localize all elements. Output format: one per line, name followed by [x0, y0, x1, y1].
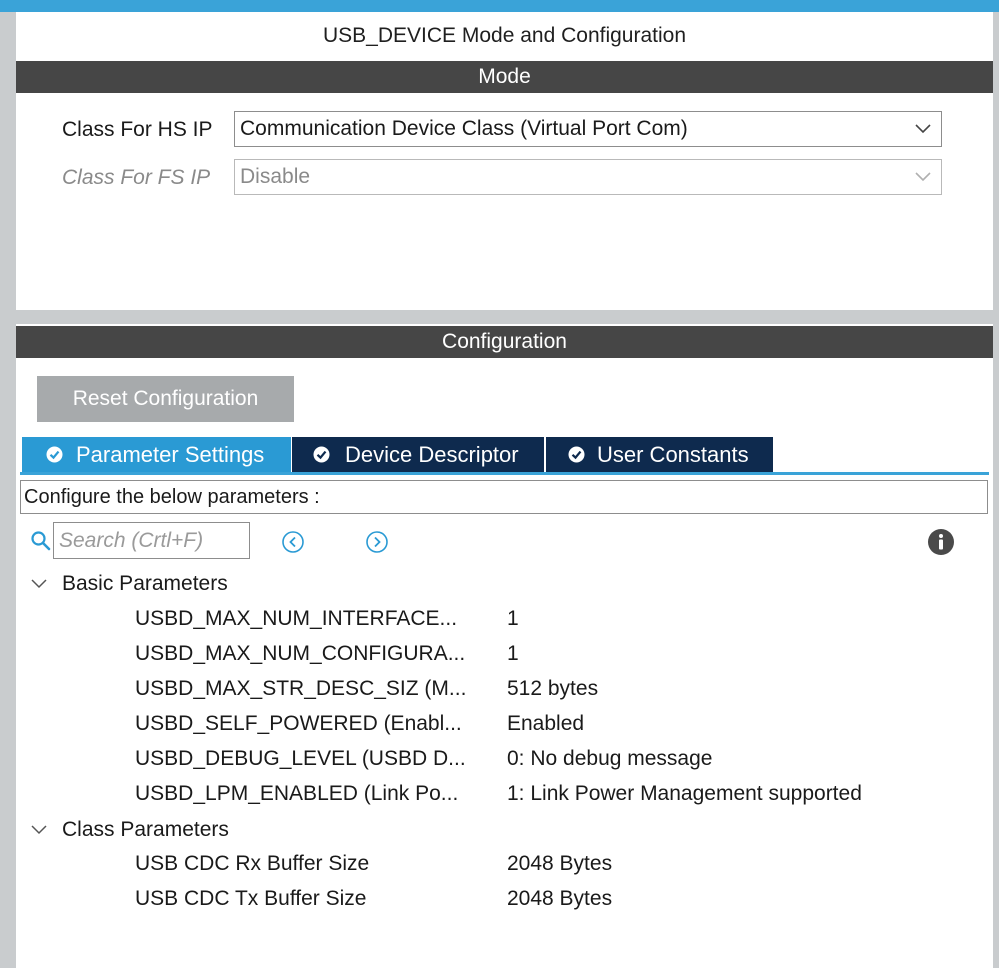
mode-header: Mode [16, 61, 993, 93]
param-value[interactable]: 2048 Bytes [507, 852, 612, 876]
tab-label: Parameter Settings [76, 442, 265, 467]
param-name[interactable]: USBD_DEBUG_LEVEL (USBD D... [135, 747, 466, 771]
configuration-header: Configuration [16, 326, 993, 358]
chevron-down-icon [915, 172, 931, 182]
param-value[interactable]: 2048 Bytes [507, 887, 612, 911]
check-circle-icon [313, 446, 330, 463]
search-input[interactable]: Search (Crtl+F) [53, 522, 250, 559]
right-panel-edge [993, 12, 999, 968]
tab-parameter-settings[interactable]: Parameter Settings [22, 437, 291, 472]
tab-label: User Constants [597, 442, 749, 467]
panel-title: USB_DEVICE Mode and Configuration [322, 24, 687, 47]
fs-ip-label: Class For FS IP [62, 166, 211, 189]
param-value[interactable]: 512 bytes [507, 677, 598, 701]
check-circle-icon [46, 446, 63, 463]
section-divider [16, 310, 993, 324]
param-value[interactable]: 1: Link Power Management supported [507, 782, 862, 806]
circle-chevron-left-icon[interactable] [281, 530, 305, 554]
chevron-down-icon [915, 124, 931, 134]
param-value[interactable]: Enabled [507, 712, 584, 736]
tab-label: Device Descriptor [345, 442, 519, 467]
param-name[interactable]: USB CDC Rx Buffer Size [135, 852, 369, 876]
tab-user-constants[interactable]: User Constants [546, 437, 773, 472]
chevron-down-icon [31, 825, 47, 835]
group-label: Basic Parameters [62, 572, 228, 595]
param-name[interactable]: USBD_MAX_NUM_CONFIGURA... [135, 642, 465, 666]
left-panel-edge [0, 12, 16, 968]
hs-ip-select[interactable]: Communication Device Class (Virtual Port… [234, 111, 942, 147]
tab-device-descriptor[interactable]: Device Descriptor [292, 437, 544, 472]
search-icon[interactable] [30, 530, 52, 552]
check-circle-icon [568, 446, 585, 463]
param-name[interactable]: USBD_MAX_STR_DESC_SIZ (M... [135, 677, 466, 701]
param-name[interactable]: USB CDC Tx Buffer Size [135, 887, 366, 911]
fs-ip-value: Disable [240, 165, 311, 188]
param-value[interactable]: 1 [507, 607, 519, 631]
tab-underline [20, 472, 989, 475]
reset-configuration-button[interactable]: Reset Configuration [37, 376, 294, 422]
param-name[interactable]: USBD_MAX_NUM_INTERFACE... [135, 607, 457, 631]
window-top-bar [0, 0, 999, 12]
param-name[interactable]: USBD_LPM_ENABLED (Link Po... [135, 782, 458, 806]
chevron-down-icon [31, 579, 47, 589]
fs-ip-select: Disable [234, 159, 942, 195]
param-value[interactable]: 0: No debug message [507, 747, 712, 771]
param-value[interactable]: 1 [507, 642, 519, 666]
group-label: Class Parameters [62, 818, 229, 841]
info-icon[interactable] [927, 528, 955, 556]
param-name[interactable]: USBD_SELF_POWERED (Enabl... [135, 712, 462, 736]
description-field: Configure the below parameters : [20, 480, 988, 514]
hs-ip-label: Class For HS IP [62, 118, 213, 141]
circle-chevron-right-icon[interactable] [365, 530, 389, 554]
hs-ip-value: Communication Device Class (Virtual Port… [240, 117, 688, 140]
